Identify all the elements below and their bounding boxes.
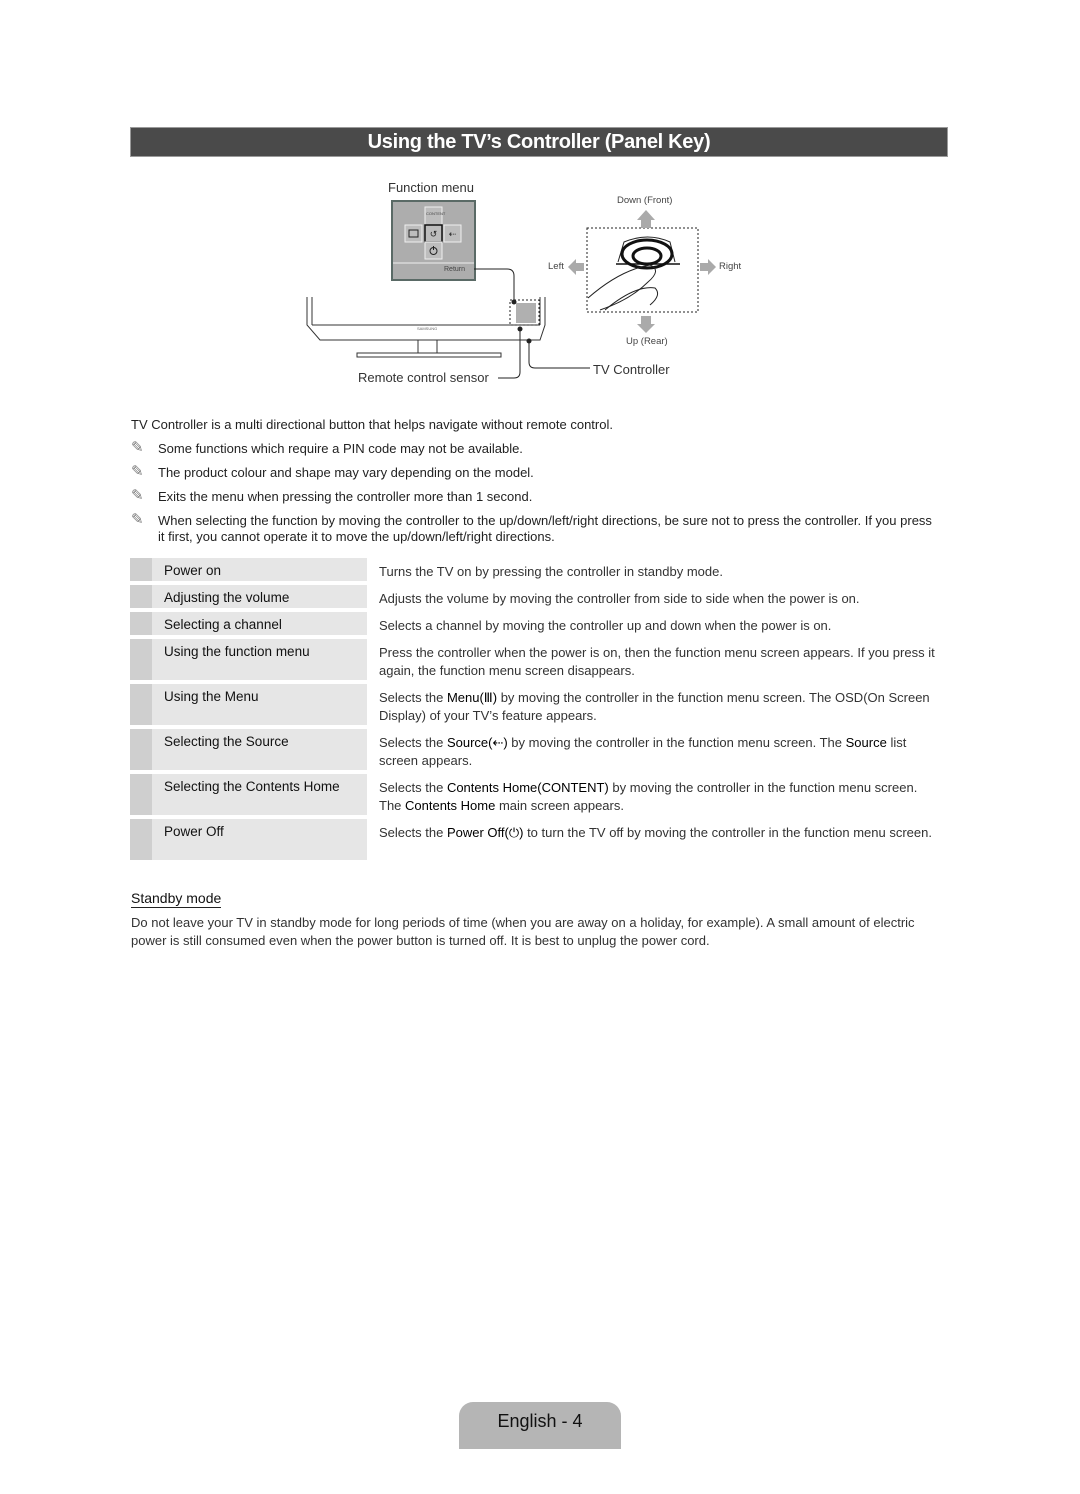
direction-right: Right xyxy=(719,261,742,272)
table-row: Selecting the Contents Home Selects the … xyxy=(130,774,940,815)
function-label: Using the function menu xyxy=(164,644,310,659)
page-number-tab: English - 4 xyxy=(459,1402,621,1449)
table-row: Power Off Selects the Power Off(⏻) to tu… xyxy=(130,819,940,860)
menu-content-label: CONTENT xyxy=(426,211,446,216)
function-label: Using the Menu xyxy=(164,689,259,704)
svg-text:↺: ↺ xyxy=(430,229,438,239)
function-menu-label: Function menu xyxy=(388,180,474,195)
pencil-note-icon: ✎ xyxy=(131,463,144,480)
pencil-note-icon: ✎ xyxy=(131,439,144,456)
function-label: Selecting the Source xyxy=(164,734,289,749)
standby-heading: Standby mode xyxy=(131,890,222,908)
intro-text: TV Controller is a multi directional but… xyxy=(131,417,613,432)
pencil-note-icon: ✎ xyxy=(131,487,144,504)
menu-icon xyxy=(404,224,423,243)
function-desc: Adjusts the volume by moving the control… xyxy=(379,591,860,606)
note-item: ✎ The product colour and shape may vary … xyxy=(131,463,534,480)
function-label: Selecting the Contents Home xyxy=(164,779,340,794)
table-row: Selecting a channel Selects a channel by… xyxy=(130,612,940,635)
function-desc: Selects the Source(⇠) by moving the cont… xyxy=(379,735,907,768)
controller-diagram: ↺ ⇠ Function menu Return CONTENT SAMSUNG… xyxy=(0,0,1080,410)
note-item: ✎ When selecting the function by moving … xyxy=(131,511,932,544)
tv-controller-label: TV Controller xyxy=(593,362,670,377)
brand-label: SAMSUNG xyxy=(417,326,438,331)
function-desc: Selects the Menu(Ⅲ) by moving the contro… xyxy=(379,690,930,723)
power-icon xyxy=(424,241,443,260)
function-label: Power on xyxy=(164,563,222,578)
function-desc: Selects a channel by moving the controll… xyxy=(379,618,832,633)
table-row: Using the function menu Press the contro… xyxy=(130,639,940,680)
remote-sensor-label: Remote control sensor xyxy=(358,370,489,385)
function-desc: Press the controller when the power is o… xyxy=(379,645,935,678)
function-desc: Selects the Power Off(⏻) to turn the TV … xyxy=(379,825,932,840)
function-desc: Turns the TV on by pressing the controll… xyxy=(379,564,723,579)
table-row: Selecting the Source Selects the Source(… xyxy=(130,729,940,770)
tv-illustration xyxy=(306,297,590,379)
pencil-note-icon: ✎ xyxy=(131,511,144,528)
function-label: Selecting a channel xyxy=(164,617,282,632)
svg-text:⇠: ⇠ xyxy=(449,229,457,239)
diagram-drawing: ↺ ⇠ xyxy=(306,200,716,379)
table-row: Using the Menu Selects the Menu(Ⅲ) by mo… xyxy=(130,684,940,725)
direction-up-rear: Up (Rear) xyxy=(626,336,668,347)
direction-down-front: Down (Front) xyxy=(617,195,673,206)
function-desc: Selects the Contents Home(CONTENT) by mo… xyxy=(379,780,918,813)
standby-text: Do not leave your TV in standby mode for… xyxy=(131,915,915,948)
function-menu-illustration: ↺ ⇠ xyxy=(391,200,517,305)
note-item: ✎ Some functions which require a PIN cod… xyxy=(131,439,523,456)
table-row: Power on Turns the TV on by pressing the… xyxy=(130,558,940,581)
menu-return-label: Return xyxy=(444,266,466,273)
table-row: Adjusting the volume Adjusts the volume … xyxy=(130,585,940,608)
function-label: Adjusting the volume xyxy=(164,590,290,605)
function-label: Power Off xyxy=(164,824,224,839)
direction-left: Left xyxy=(548,261,564,272)
controller-closeup xyxy=(568,210,716,333)
page-number-label: English - 4 xyxy=(497,1411,583,1431)
note-item: ✎ Exits the menu when pressing the contr… xyxy=(131,487,533,504)
function-table: Power on Turns the TV on by pressing the… xyxy=(130,558,940,864)
